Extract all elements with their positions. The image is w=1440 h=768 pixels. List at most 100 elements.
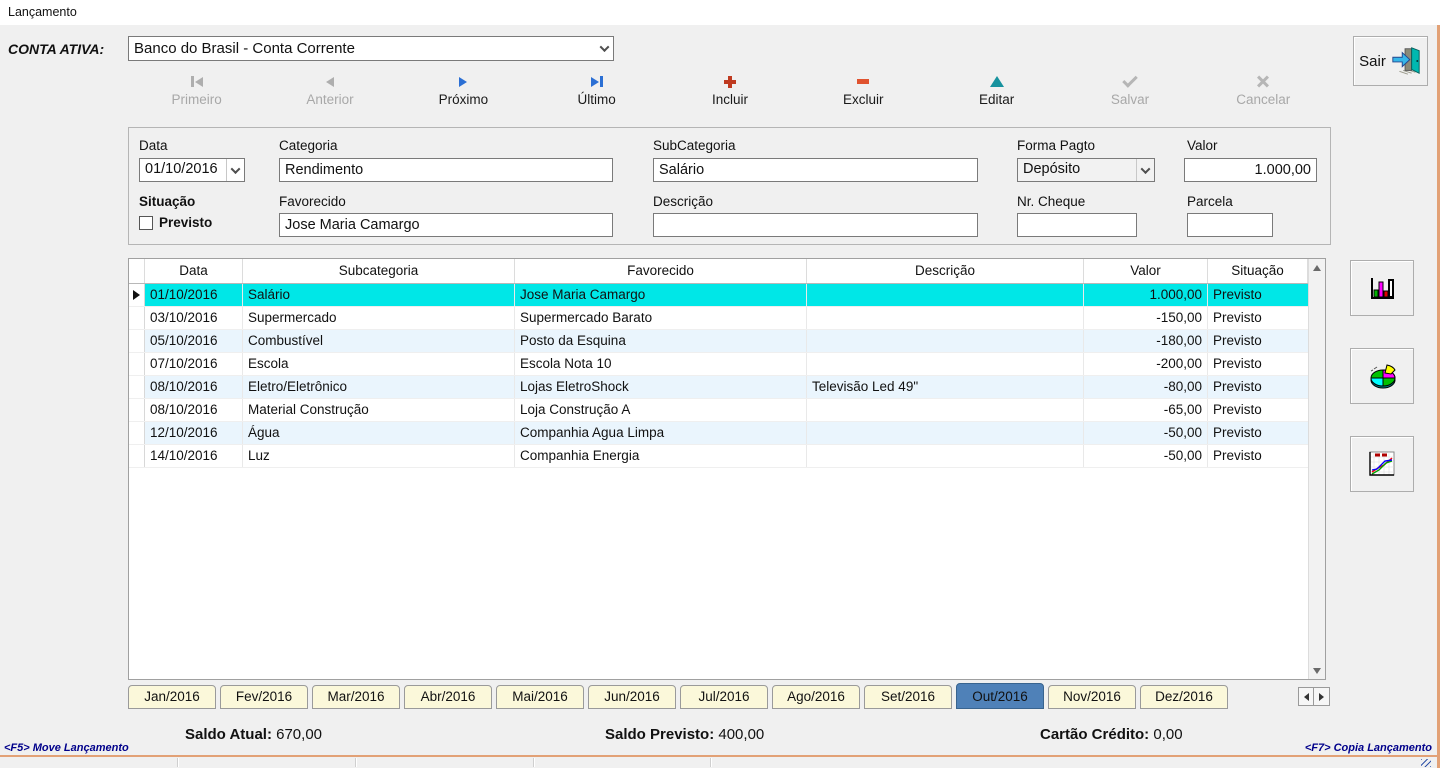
date-picker[interactable]: 01/10/2016 (139, 158, 245, 182)
parcela-field[interactable] (1187, 213, 1273, 237)
tab-dez-2016[interactable]: Dez/2016 (1140, 685, 1228, 709)
row-indicator (129, 284, 145, 306)
exit-door-icon (1392, 47, 1420, 75)
column-header-fav[interactable]: Favorecido (515, 259, 807, 283)
grid-vertical-scrollbar[interactable] (1308, 259, 1325, 679)
tab-mai-2016[interactable]: Mai/2016 (496, 685, 584, 709)
chevron-down-icon[interactable] (595, 37, 613, 60)
cell-favorecido: Companhia Agua Limpa (515, 422, 807, 444)
cell-favorecido: Supermercado Barato (515, 307, 807, 329)
exit-button[interactable]: Sair (1353, 36, 1428, 86)
tab-scroll-left-icon[interactable] (1298, 687, 1314, 706)
table-row[interactable]: 03/10/2016 Supermercado Supermercado Barat… (129, 307, 1308, 330)
cell-subcategoria: Supermercado (243, 307, 515, 329)
previsto-label: Previsto (159, 215, 213, 230)
toolbar-button-label: Incluir (711, 92, 748, 107)
cell-descricao: Televisão Led 49" (807, 376, 1084, 398)
toolbar-button-label: Anterior (306, 92, 354, 107)
cell-situacao: Previsto (1213, 379, 1262, 394)
valor-field[interactable] (1184, 158, 1317, 182)
chevron-down-icon[interactable] (1136, 159, 1154, 181)
table-row[interactable]: 14/10/2016 Luz Companhia Energia -50,00 Prev… (129, 445, 1308, 468)
next-record-icon (453, 74, 473, 89)
cell-valor: -80,00 (1084, 376, 1208, 398)
toolbar-button-del[interactable]: Excluir (797, 74, 930, 116)
saldo-previsto: Saldo Previsto: 400,00 (605, 726, 764, 743)
table-row[interactable]: 07/10/2016 Escola Escola Nota 10 -200,00 Pre… (129, 353, 1308, 376)
cell-data: 14/10/2016 (145, 445, 243, 467)
pie-chart-button[interactable] (1350, 348, 1414, 404)
tab-nov-2016[interactable]: Nov/2016 (1048, 685, 1136, 709)
entry-form-panel: Data 01/10/2016 Situação Previsto Catego… (128, 127, 1331, 245)
line-chart-icon (1369, 451, 1395, 476)
table-row[interactable]: 08/10/2016 Eletro/Eletrônico Lojas EletroS… (129, 376, 1308, 399)
cell-subcategoria: Eletro/Eletrônico (243, 376, 515, 398)
toolbar-button-label: Editar (978, 92, 1015, 107)
scroll-down-icon[interactable] (1309, 662, 1325, 679)
table-row[interactable]: 08/10/2016 Material Construção Loja Constr… (129, 399, 1308, 422)
nr-cheque-field[interactable] (1017, 213, 1137, 237)
tab-mar-2016[interactable]: Mar/2016 (312, 685, 400, 709)
tab-jun-2016[interactable]: Jun/2016 (588, 685, 676, 709)
date-label: Data (139, 138, 168, 153)
toolbar-button-label: Último (577, 92, 616, 107)
favorecido-label: Favorecido (279, 194, 346, 209)
scroll-up-icon[interactable] (1309, 259, 1325, 276)
saldo-atual: Saldo Atual: 670,00 (185, 726, 322, 743)
line-chart-button[interactable] (1350, 436, 1414, 492)
column-header-sub[interactable]: Subcategoria (243, 259, 515, 283)
toolbar-button-last[interactable]: Último (530, 74, 663, 116)
tab-jul-2016[interactable]: Jul/2016 (680, 685, 768, 709)
row-indicator (129, 376, 145, 398)
subcategoria-field[interactable] (653, 158, 978, 182)
descricao-field[interactable] (653, 213, 978, 237)
toolbar-button-add[interactable]: Incluir (663, 74, 796, 116)
transactions-grid: Data Subcategoria Favorecido Descrição Valor… (128, 258, 1326, 680)
cell-descricao (807, 422, 1084, 444)
column-header-desc[interactable]: Descrição (807, 259, 1084, 283)
tab-abr-2016[interactable]: Abr/2016 (404, 685, 492, 709)
cell-valor: -65,00 (1084, 399, 1208, 421)
bar-chart-button[interactable] (1350, 260, 1414, 316)
saldo-previsto-label: Saldo Previsto: (605, 726, 715, 743)
cell-valor: -180,00 (1084, 330, 1208, 352)
column-header-data[interactable]: Data (145, 259, 243, 283)
active-account-combobox[interactable]: Banco do Brasil - Conta Corrente (128, 36, 614, 61)
table-row[interactable]: 05/10/2016 Combustível Posto da Esquina -18… (129, 330, 1308, 353)
table-row[interactable]: 01/10/2016 Salário Jose Maria Camargo 1.000… (129, 284, 1308, 307)
toolbar: Primeiro Anterior Próximo Último Incluir Excl… (130, 74, 1330, 116)
cell-valor: -50,00 (1084, 445, 1208, 467)
cell-data: 08/10/2016 (145, 376, 243, 398)
tab-out-2016[interactable]: Out/2016 (956, 683, 1044, 709)
table-row[interactable]: 12/10/2016 Água Companhia Agua Limpa -50,00… (129, 422, 1308, 445)
toolbar-button-label: Excluir (843, 92, 884, 107)
forma-pagto-combobox[interactable]: Depósito (1017, 158, 1155, 182)
chevron-down-icon[interactable] (226, 159, 244, 181)
previsto-checkbox[interactable] (139, 215, 153, 230)
forma-pagto-value: Depósito (1023, 161, 1081, 177)
cell-data: 05/10/2016 (145, 330, 243, 352)
tab-fev-2016[interactable]: Fev/2016 (220, 685, 308, 709)
cell-situacao: Previsto (1213, 287, 1262, 302)
previous-record-icon (320, 74, 340, 89)
toolbar-button-next[interactable]: Próximo (397, 74, 530, 116)
cell-favorecido: Escola Nota 10 (515, 353, 807, 375)
categoria-field[interactable] (279, 158, 613, 182)
tab-scroll-right-icon[interactable] (1314, 687, 1330, 706)
cell-favorecido: Companhia Energia (515, 445, 807, 467)
nr-cheque-label: Nr. Cheque (1017, 194, 1086, 209)
parcela-label: Parcela (1187, 194, 1233, 209)
favorecido-field[interactable] (279, 213, 613, 237)
f7-hotkey-note: <F7> Copia Lançamento (1304, 742, 1432, 754)
tab-jan-2016[interactable]: Jan/2016 (128, 685, 216, 709)
previsto-checkbox-row[interactable]: Previsto (139, 215, 212, 230)
first-record-icon (187, 74, 207, 89)
tab-ago-2016[interactable]: Ago/2016 (772, 685, 860, 709)
toolbar-button-edit[interactable]: Editar (930, 74, 1063, 116)
tab-set-2016[interactable]: Set/2016 (864, 685, 952, 709)
row-indicator (129, 353, 145, 375)
column-header-valor[interactable]: Valor (1084, 259, 1208, 283)
resize-grip-icon[interactable] (1421, 759, 1431, 767)
row-indicator (129, 330, 145, 352)
column-header-sit[interactable]: Situação (1208, 259, 1308, 283)
